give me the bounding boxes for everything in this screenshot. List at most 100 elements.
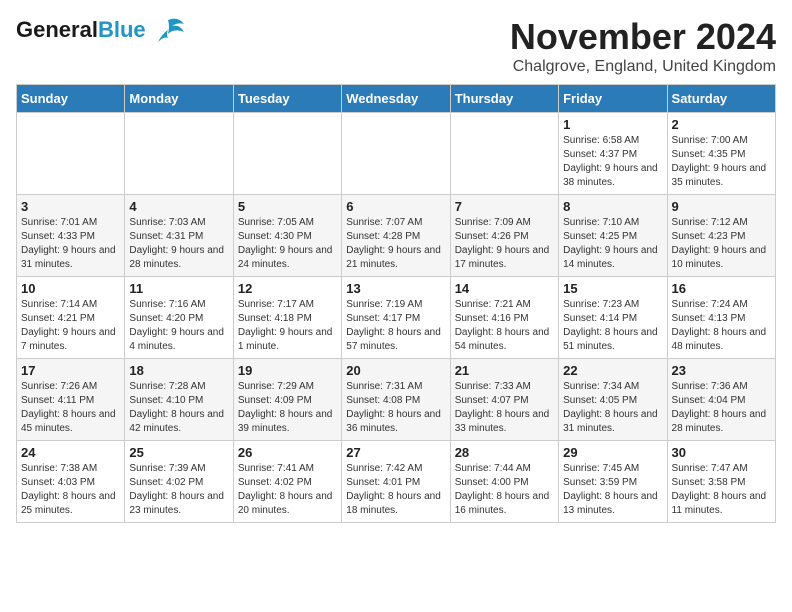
calendar-cell: 23 Sunrise: 7:36 AM Sunset: 4:04 PM Dayli… [667,359,775,441]
day-info: Sunrise: 7:19 AM Sunset: 4:17 PM Dayligh… [346,298,445,354]
day-number: 26 [238,445,337,460]
day-number: 30 [672,445,771,460]
col-header-thursday: Thursday [450,85,558,113]
day-number: 13 [346,281,445,296]
day-info: Sunrise: 7:33 AM Sunset: 4:07 PM Dayligh… [455,380,554,436]
calendar-cell: 25Sunrise: 7:39 AM Sunset: 4:02 PM Dayli… [125,441,233,523]
logo: GeneralBlue [16,16,186,44]
month-title: November 2024 [510,16,776,58]
calendar-cell: 22 Sunrise: 7:34 AM Sunset: 4:05 PM Dayli… [559,359,667,441]
day-info: Sunrise: 7:12 AM Sunset: 4:23 PM Dayligh… [672,216,771,272]
calendar-cell: 19 Sunrise: 7:29 AM Sunset: 4:09 PM Dayli… [233,359,341,441]
day-number: 7 [455,199,554,214]
calendar-cell: 4Sunrise: 7:03 AM Sunset: 4:31 PM Daylig… [125,195,233,277]
day-info: Sunrise: 7:00 AM Sunset: 4:35 PM Dayligh… [672,134,771,190]
calendar-cell: 8 Sunrise: 7:10 AM Sunset: 4:25 PM Daylig… [559,195,667,277]
day-info: Sunrise: 7:39 AM Sunset: 4:02 PM Dayligh… [129,462,228,518]
day-info: Sunrise: 7:07 AM Sunset: 4:28 PM Dayligh… [346,216,445,272]
calendar-cell: 27 Sunrise: 7:42 AM Sunset: 4:01 PM Dayli… [342,441,450,523]
day-info: Sunrise: 7:34 AM Sunset: 4:05 PM Dayligh… [563,380,662,436]
calendar-cell: 21 Sunrise: 7:33 AM Sunset: 4:07 PM Dayli… [450,359,558,441]
calendar-header-row: SundayMondayTuesdayWednesdayThursdayFrid… [17,85,776,113]
calendar-cell [342,113,450,195]
logo-bird-icon [150,16,186,44]
day-number: 28 [455,445,554,460]
day-number: 27 [346,445,445,460]
calendar-cell [450,113,558,195]
calendar-cell: 12 Sunrise: 7:17 AM Sunset: 4:18 PM Dayli… [233,277,341,359]
day-info: Sunrise: 7:44 AM Sunset: 4:00 PM Dayligh… [455,462,554,518]
calendar-cell: 11 Sunrise: 7:16 AM Sunset: 4:20 PM Dayli… [125,277,233,359]
day-number: 29 [563,445,662,460]
calendar-cell: 16 Sunrise: 7:24 AM Sunset: 4:13 PM Dayli… [667,277,775,359]
day-number: 18 [129,363,228,378]
calendar-cell: 3Sunrise: 7:01 AM Sunset: 4:33 PM Daylig… [17,195,125,277]
col-header-wednesday: Wednesday [342,85,450,113]
day-info: Sunrise: 7:45 AM Sunset: 3:59 PM Dayligh… [563,462,662,518]
day-number: 9 [672,199,771,214]
calendar-cell: 9 Sunrise: 7:12 AM Sunset: 4:23 PM Daylig… [667,195,775,277]
col-header-tuesday: Tuesday [233,85,341,113]
day-number: 20 [346,363,445,378]
day-info: Sunrise: 7:47 AM Sunset: 3:58 PM Dayligh… [672,462,771,518]
day-number: 22 [563,363,662,378]
title-area: November 2024 Chalgrove, England, United… [510,16,776,76]
day-info: Sunrise: 7:10 AM Sunset: 4:25 PM Dayligh… [563,216,662,272]
calendar-cell: 10 Sunrise: 7:14 AM Sunset: 4:21 PM Dayli… [17,277,125,359]
calendar-week-row: 17Sunrise: 7:26 AM Sunset: 4:11 PM Dayli… [17,359,776,441]
calendar-week-row: 10 Sunrise: 7:14 AM Sunset: 4:21 PM Dayli… [17,277,776,359]
day-info: Sunrise: 7:41 AM Sunset: 4:02 PM Dayligh… [238,462,337,518]
day-info: Sunrise: 7:24 AM Sunset: 4:13 PM Dayligh… [672,298,771,354]
calendar-cell: 29 Sunrise: 7:45 AM Sunset: 3:59 PM Dayli… [559,441,667,523]
day-info: Sunrise: 7:29 AM Sunset: 4:09 PM Dayligh… [238,380,337,436]
calendar-cell: 18 Sunrise: 7:28 AM Sunset: 4:10 PM Dayli… [125,359,233,441]
day-info: Sunrise: 7:42 AM Sunset: 4:01 PM Dayligh… [346,462,445,518]
calendar-cell: 14 Sunrise: 7:21 AM Sunset: 4:16 PM Dayli… [450,277,558,359]
day-info: Sunrise: 7:14 AM Sunset: 4:21 PM Dayligh… [21,298,120,354]
day-number: 17 [21,363,120,378]
calendar-cell: 20 Sunrise: 7:31 AM Sunset: 4:08 PM Dayli… [342,359,450,441]
day-number: 23 [672,363,771,378]
day-info: Sunrise: 7:17 AM Sunset: 4:18 PM Dayligh… [238,298,337,354]
calendar-cell: 5 Sunrise: 7:05 AM Sunset: 4:30 PM Daylig… [233,195,341,277]
day-number: 10 [21,281,120,296]
calendar-table: SundayMondayTuesdayWednesdayThursdayFrid… [16,84,776,523]
day-info: Sunrise: 7:28 AM Sunset: 4:10 PM Dayligh… [129,380,228,436]
location-title: Chalgrove, England, United Kingdom [510,58,776,76]
day-info: Sunrise: 7:05 AM Sunset: 4:30 PM Dayligh… [238,216,337,272]
day-info: Sunrise: 7:16 AM Sunset: 4:20 PM Dayligh… [129,298,228,354]
day-number: 8 [563,199,662,214]
day-number: 5 [238,199,337,214]
day-info: Sunrise: 7:03 AM Sunset: 4:31 PM Dayligh… [129,216,228,272]
day-info: Sunrise: 7:21 AM Sunset: 4:16 PM Dayligh… [455,298,554,354]
calendar-cell: 6Sunrise: 7:07 AM Sunset: 4:28 PM Daylig… [342,195,450,277]
day-info: Sunrise: 7:31 AM Sunset: 4:08 PM Dayligh… [346,380,445,436]
calendar-week-row: 1 Sunrise: 6:58 AM Sunset: 4:37 PM Daylig… [17,113,776,195]
calendar-cell: 17Sunrise: 7:26 AM Sunset: 4:11 PM Dayli… [17,359,125,441]
calendar-cell: 28 Sunrise: 7:44 AM Sunset: 4:00 PM Dayli… [450,441,558,523]
calendar-cell [125,113,233,195]
calendar-cell: 13 Sunrise: 7:19 AM Sunset: 4:17 PM Dayli… [342,277,450,359]
day-info: Sunrise: 6:58 AM Sunset: 4:37 PM Dayligh… [563,134,662,190]
logo-blue: Blue [98,17,146,42]
calendar-cell: 15Sunrise: 7:23 AM Sunset: 4:14 PM Dayli… [559,277,667,359]
day-info: Sunrise: 7:36 AM Sunset: 4:04 PM Dayligh… [672,380,771,436]
day-info: Sunrise: 7:23 AM Sunset: 4:14 PM Dayligh… [563,298,662,354]
col-header-friday: Friday [559,85,667,113]
day-number: 12 [238,281,337,296]
calendar-cell: 1 Sunrise: 6:58 AM Sunset: 4:37 PM Daylig… [559,113,667,195]
day-number: 24 [21,445,120,460]
calendar-cell: 7Sunrise: 7:09 AM Sunset: 4:26 PM Daylig… [450,195,558,277]
col-header-sunday: Sunday [17,85,125,113]
calendar-cell: 30 Sunrise: 7:47 AM Sunset: 3:58 PM Dayli… [667,441,775,523]
day-number: 21 [455,363,554,378]
day-number: 1 [563,117,662,132]
day-number: 16 [672,281,771,296]
day-number: 14 [455,281,554,296]
calendar-week-row: 24Sunrise: 7:38 AM Sunset: 4:03 PM Dayli… [17,441,776,523]
calendar-cell [17,113,125,195]
day-number: 11 [129,281,228,296]
page-header: GeneralBlue November 2024 Chalgrove, Eng… [16,16,776,76]
day-number: 3 [21,199,120,214]
day-number: 19 [238,363,337,378]
